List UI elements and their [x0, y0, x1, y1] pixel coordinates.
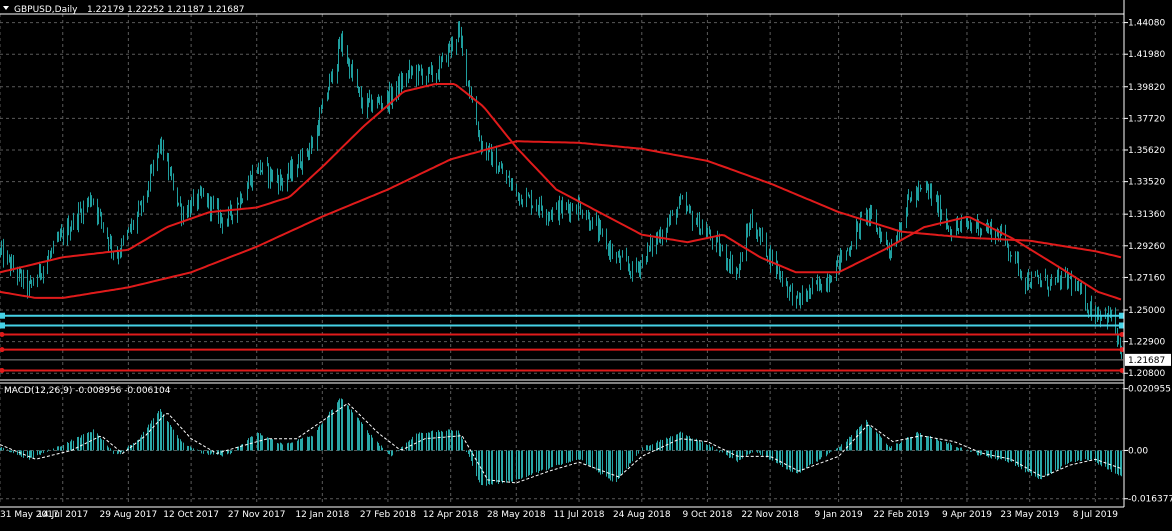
x-tick-label: 14 Jul 2017 — [37, 510, 88, 520]
x-tick-label: 28 May 2018 — [487, 510, 546, 520]
level-handle-right — [1119, 312, 1124, 319]
x-tick-label: 22 Nov 2018 — [741, 510, 799, 520]
y-tick-label: 1.41980 — [1128, 50, 1165, 60]
x-tick-label: 8 Jul 2019 — [1073, 510, 1118, 520]
x-tick-label: 12 Apr 2018 — [423, 510, 479, 520]
y-tick-label: 1.22900 — [1128, 338, 1165, 348]
chart-background — [0, 0, 1172, 527]
ohlc-label: 1.22179 1.22252 1.21187 1.21687 — [87, 5, 244, 15]
macd-label: MACD(12,26,9) -0.008956 -0.006104 — [4, 386, 171, 396]
x-tick-label: 27 Feb 2018 — [360, 510, 416, 520]
macd-y-tick-label: 0.00 — [1128, 446, 1148, 456]
y-tick-label: 1.37720 — [1128, 114, 1165, 124]
y-tick-label: 1.20800 — [1128, 369, 1165, 379]
y-tick-label: 1.27160 — [1128, 273, 1165, 283]
x-tick-label: 24 Aug 2018 — [613, 510, 671, 520]
chart-svg: 31 May 201714 Jul 2017 29 Aug 2017 12 Oct … — [0, 0, 1172, 527]
x-tick-label: 9 Oct 2018 — [682, 510, 732, 520]
y-tick-label: 1.39820 — [1128, 83, 1165, 93]
x-tick-label: 9 Jan 2019 — [814, 510, 862, 520]
y-tick-label: 1.35620 — [1128, 146, 1165, 156]
x-tick-label: 12 Oct 2017 — [163, 510, 219, 520]
x-tick-label: 29 Aug 2017 — [100, 510, 158, 520]
y-tick-label: 1.31360 — [1128, 210, 1165, 220]
x-tick-label: 9 Apr 2019 — [942, 510, 992, 520]
chart-root: 31 May 2017 14 Jul 2017 29 Aug 2017 12 Oct … — [0, 0, 1172, 527]
level-handle-left — [0, 312, 5, 319]
macd-y-tick-label: -0.016377 — [1128, 495, 1172, 505]
macd-y-tick-label: 0.020955 — [1128, 385, 1171, 395]
symbol-label: GBPUSD,Daily — [14, 5, 78, 15]
level-handle-right — [1119, 322, 1124, 329]
y-tick-label: 1.25000 — [1128, 306, 1165, 316]
x-tick-label: 11 Jul 2018 — [554, 510, 605, 520]
y-tick-label: 1.33520 — [1128, 178, 1165, 188]
level-handle-left — [0, 322, 5, 329]
x-tick-label: 22 Feb 2019 — [873, 510, 929, 520]
current-price-label: 1.21687 — [1128, 356, 1165, 366]
y-tick-label: 1.29260 — [1128, 242, 1165, 252]
x-tick-label: 23 May 2019 — [1000, 510, 1059, 520]
y-tick-label: 1.44080 — [1128, 19, 1165, 29]
x-tick-label: 12 Jan 2018 — [295, 510, 349, 520]
x-tick-label: 27 Nov 2017 — [228, 510, 286, 520]
